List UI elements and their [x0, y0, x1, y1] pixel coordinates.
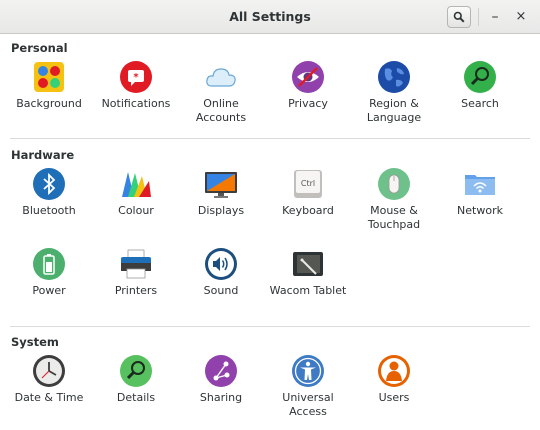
panel-online-accounts[interactable]: Online Accounts	[178, 60, 264, 125]
section-divider	[10, 138, 530, 139]
panel-label: Universal Access	[282, 391, 334, 418]
panel-bluetooth[interactable]: Bluetooth	[6, 167, 92, 218]
header-bar: All Settings – ×	[0, 0, 540, 34]
universal-access-icon	[292, 355, 324, 387]
displays-icon	[205, 172, 237, 198]
panel-label: Network	[457, 204, 503, 217]
printer-icon	[121, 249, 151, 279]
panel-label: Colour	[118, 204, 154, 217]
panel-date-time[interactable]: Date & Time	[6, 354, 92, 405]
network-icon	[465, 175, 495, 195]
minimize-button[interactable]: –	[485, 7, 505, 27]
panel-label: Displays	[197, 204, 245, 217]
panel-label: Background	[16, 97, 82, 110]
panel-label: Details	[116, 391, 156, 404]
power-icon	[33, 248, 65, 280]
panel-mouse-touchpad[interactable]: Mouse & Touchpad	[351, 167, 437, 232]
panel-label: Mouse & Touchpad	[367, 204, 421, 231]
panel-power[interactable]: Power	[6, 247, 92, 298]
clock-icon	[33, 355, 65, 387]
panel-network[interactable]: Network	[437, 167, 523, 218]
panel-label: Sound	[203, 284, 239, 297]
settings-window: All Settings – × Personal Background * N…	[0, 0, 540, 430]
panel-details[interactable]: Details	[93, 354, 179, 405]
panel-region-language[interactable]: Region & Language	[351, 60, 437, 125]
panel-sound[interactable]: Sound	[178, 247, 264, 298]
mouse-icon	[378, 168, 410, 200]
search-icon	[453, 11, 465, 23]
panel-label: Users	[378, 391, 410, 404]
details-icon	[120, 355, 152, 387]
panel-label: Sharing	[199, 391, 243, 404]
panel-keyboard[interactable]: Ctrl Keyboard	[265, 167, 351, 218]
section-title-hardware: Hardware	[11, 148, 75, 162]
close-button[interactable]: ×	[511, 7, 531, 27]
panel-notifications[interactable]: * Notifications	[93, 60, 179, 111]
panel-label: Region & Language	[366, 97, 422, 124]
panel-label: Wacom Tablet	[269, 284, 347, 297]
notifications-icon: *	[120, 61, 152, 93]
panel-search[interactable]: Search	[437, 60, 523, 111]
keyboard-icon: Ctrl	[294, 170, 322, 198]
background-icon	[34, 62, 64, 92]
panel-colour[interactable]: Colour	[93, 167, 179, 218]
panel-printers[interactable]: Printers	[93, 247, 179, 298]
panel-universal-access[interactable]: Universal Access	[265, 354, 351, 419]
panel-sharing[interactable]: Sharing	[178, 354, 264, 405]
panel-background[interactable]: Background	[6, 60, 92, 111]
panel-wacom-tablet[interactable]: Wacom Tablet	[265, 247, 351, 298]
panel-label: Notifications	[101, 97, 171, 110]
privacy-icon	[292, 61, 324, 93]
sound-icon	[205, 248, 237, 280]
wacom-tablet-icon	[293, 252, 323, 276]
sharing-icon	[205, 355, 237, 387]
panel-label: Search	[461, 97, 499, 110]
colour-icon	[122, 172, 151, 197]
panel-label: Online Accounts	[195, 97, 247, 124]
panel-label: Printers	[114, 284, 158, 297]
header-separator	[478, 8, 479, 26]
panel-label: Keyboard	[282, 204, 334, 217]
online-accounts-icon	[206, 68, 236, 87]
svg-text:*: *	[133, 72, 139, 83]
search-button[interactable]	[447, 6, 471, 28]
users-icon	[378, 355, 410, 387]
keycap-text: Ctrl	[301, 179, 315, 188]
panel-privacy[interactable]: Privacy	[265, 60, 351, 111]
panel-users[interactable]: Users	[351, 354, 437, 405]
panel-label: Power	[32, 284, 66, 297]
bluetooth-icon	[33, 168, 65, 200]
section-divider	[10, 326, 530, 327]
panel-label: Bluetooth	[22, 204, 76, 217]
section-title-system: System	[11, 335, 59, 349]
search-icon	[464, 61, 496, 93]
section-title-personal: Personal	[11, 41, 68, 55]
panel-displays[interactable]: Displays	[178, 167, 264, 218]
region-language-icon	[378, 61, 410, 93]
panel-label: Privacy	[288, 97, 328, 110]
panel-label: Date & Time	[14, 391, 84, 404]
